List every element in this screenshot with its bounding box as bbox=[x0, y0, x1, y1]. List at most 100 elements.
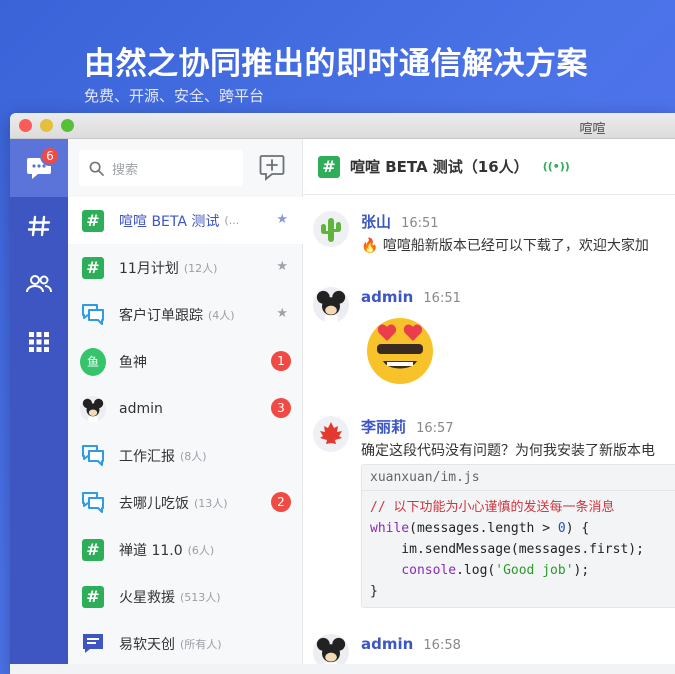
message-author[interactable]: 张山 bbox=[361, 213, 391, 231]
code-filename: xuanxuan/im.js bbox=[362, 465, 675, 491]
conversation-name: 客户订单跟踪 bbox=[119, 307, 203, 324]
conversation-name: 禅道 11.0 bbox=[119, 542, 183, 559]
member-count: (... bbox=[224, 214, 240, 227]
code-text: ) { bbox=[565, 521, 590, 536]
apps-grid-icon bbox=[29, 332, 49, 352]
code-text: } bbox=[370, 584, 378, 599]
nav-contacts[interactable] bbox=[10, 255, 68, 313]
cactus-icon bbox=[321, 218, 341, 242]
main-nav: 6 bbox=[10, 139, 68, 674]
channel-hash-icon: # bbox=[82, 256, 104, 279]
group-chat-icon bbox=[82, 444, 104, 466]
conversation-item[interactable]: # 火星救援 (513人) bbox=[68, 573, 303, 620]
member-count: (所有人) bbox=[180, 637, 222, 651]
unread-badge: 3 bbox=[271, 398, 291, 418]
conversation-name: 去哪儿吃饭 bbox=[119, 495, 189, 512]
search-placeholder: 搜索 bbox=[112, 162, 139, 178]
message-body: 喧喧船新版本已经可以下载了，欢迎大家加 bbox=[382, 238, 649, 254]
new-chat-icon[interactable] bbox=[258, 153, 286, 181]
bottom-strip bbox=[10, 664, 675, 674]
conversation-name: 喧喧 BETA 测试 bbox=[119, 213, 220, 230]
avatar[interactable] bbox=[313, 287, 349, 323]
message-author[interactable]: admin bbox=[361, 635, 413, 653]
unread-badge: 1 bbox=[271, 351, 291, 371]
mouse-avatar-icon bbox=[313, 287, 349, 323]
conversation-item[interactable]: # 11月计划 (12人) ★ bbox=[68, 244, 303, 291]
channel-hash-icon: # bbox=[82, 585, 104, 608]
member-count: (12人) bbox=[183, 261, 218, 275]
code-block: xuanxuan/im.js // 以下功能为小心谨慎的发送每一条消息 whil… bbox=[361, 464, 675, 608]
nav-channels[interactable] bbox=[10, 197, 68, 255]
conversation-rows: # 喧喧 BETA 测试 (... ★ # 11月计划 (12人) ★ 客户订单… bbox=[68, 197, 303, 667]
group-chat-icon bbox=[82, 491, 104, 513]
search-icon bbox=[89, 161, 104, 176]
unread-badge: 6 bbox=[40, 146, 60, 166]
hero-subtitle: 免费、开源、安全、跨平台 bbox=[84, 87, 265, 105]
conversation-list: 搜索 # 喧喧 BETA 测试 (... ★ # 11月计划 (12人) ★ 客… bbox=[68, 139, 303, 674]
conversation-name: 易软天创 bbox=[119, 636, 175, 653]
broadcast-icon: ((•)) bbox=[542, 160, 570, 173]
conversation-name: admin bbox=[119, 400, 163, 417]
title-bar: 喧喧 bbox=[10, 113, 675, 139]
code-text: .log( bbox=[456, 563, 496, 578]
code-text: ); bbox=[573, 563, 590, 578]
avatar: 鱼 bbox=[80, 347, 106, 376]
code-string: 'Good job' bbox=[495, 563, 574, 578]
star-icon[interactable]: ★ bbox=[276, 306, 288, 321]
nav-apps[interactable] bbox=[10, 313, 68, 371]
code-text: (messages.length > bbox=[409, 521, 558, 536]
heart-eyes-emoji bbox=[367, 318, 433, 384]
avatar[interactable] bbox=[313, 416, 349, 452]
conversation-item[interactable]: 客户订单跟踪 (4人) ★ bbox=[68, 291, 303, 338]
fire-icon: 🔥 bbox=[361, 238, 379, 254]
conversation-name: 鱼神 bbox=[119, 354, 147, 371]
message-author[interactable]: admin bbox=[361, 288, 413, 306]
star-icon[interactable]: ★ bbox=[276, 212, 288, 227]
hash-icon bbox=[27, 215, 51, 237]
unread-badge: 2 bbox=[271, 492, 291, 512]
conversation-item[interactable]: # 禅道 11.0 (6人) bbox=[68, 526, 303, 573]
app-window: 喧喧 6 搜索 # 喧喧 BETA 测试 (... ★ # 11月计划 (12人… bbox=[10, 113, 675, 674]
code-content: // 以下功能为小心谨慎的发送每一条消息 while(messages.leng… bbox=[362, 491, 675, 608]
conversation-name: 11月计划 bbox=[119, 260, 179, 277]
conversation-item[interactable]: # 喧喧 BETA 测试 (... ★ bbox=[68, 197, 303, 244]
search-box[interactable]: 搜索 bbox=[79, 150, 243, 186]
member-count: (8人) bbox=[180, 449, 207, 463]
message-time: 16:57 bbox=[416, 421, 454, 436]
code-keyword: console bbox=[401, 563, 457, 578]
message-body: 确定这段代码没有问题？为何我安装了新版本电 bbox=[361, 443, 655, 459]
conversation-name: 火星救援 bbox=[119, 589, 175, 606]
chat-title: 喧喧 BETA 测试（16人） bbox=[350, 158, 529, 176]
window-title: 喧喧 bbox=[579, 122, 606, 137]
conversation-item[interactable]: 鱼 鱼神 1 bbox=[68, 338, 303, 385]
chat-pane: # 喧喧 BETA 测试（16人） ((•)) 张山 16:51 🔥 喧喧船新版… bbox=[303, 139, 675, 674]
message-time: 16:51 bbox=[401, 216, 439, 231]
avatar[interactable] bbox=[313, 211, 349, 247]
code-comment: // 以下功能为小心谨慎的发送每一条消息 bbox=[370, 500, 615, 515]
member-count: (4人) bbox=[208, 308, 235, 322]
member-count: (6人) bbox=[187, 543, 215, 557]
conversation-name: 工作汇报 bbox=[119, 448, 175, 465]
code-number: 0 bbox=[557, 521, 566, 536]
message-author[interactable]: 李丽莉 bbox=[361, 418, 406, 436]
member-count: (513人) bbox=[180, 590, 221, 604]
mouse-avatar-icon bbox=[80, 395, 106, 422]
conversation-item[interactable]: 易软天创 (所有人) bbox=[68, 620, 303, 667]
code-text: im.sendMessage(messages.first); bbox=[370, 542, 644, 557]
contacts-icon bbox=[26, 275, 52, 293]
message-text: 🔥 喧喧船新版本已经可以下载了，欢迎大家加 bbox=[361, 235, 649, 255]
message-time: 16:58 bbox=[423, 638, 461, 653]
message-time: 16:51 bbox=[423, 291, 461, 306]
conversation-item[interactable]: 去哪儿吃饭 (13人) 2 bbox=[68, 479, 303, 526]
group-chat-icon bbox=[82, 303, 104, 325]
channel-hash-icon: # bbox=[82, 538, 104, 561]
document-chat-icon bbox=[83, 633, 103, 653]
member-count: (13人) bbox=[194, 496, 228, 510]
hero-title: 由然之协同推出的即时通信解决方案 bbox=[84, 46, 588, 82]
conversation-item[interactable]: 工作汇报 (8人) bbox=[68, 432, 303, 479]
channel-hash-icon: # bbox=[82, 209, 104, 232]
star-icon[interactable]: ★ bbox=[276, 259, 288, 274]
nav-chats[interactable]: 6 bbox=[10, 139, 68, 197]
conversation-item[interactable]: admin 3 bbox=[68, 385, 303, 432]
